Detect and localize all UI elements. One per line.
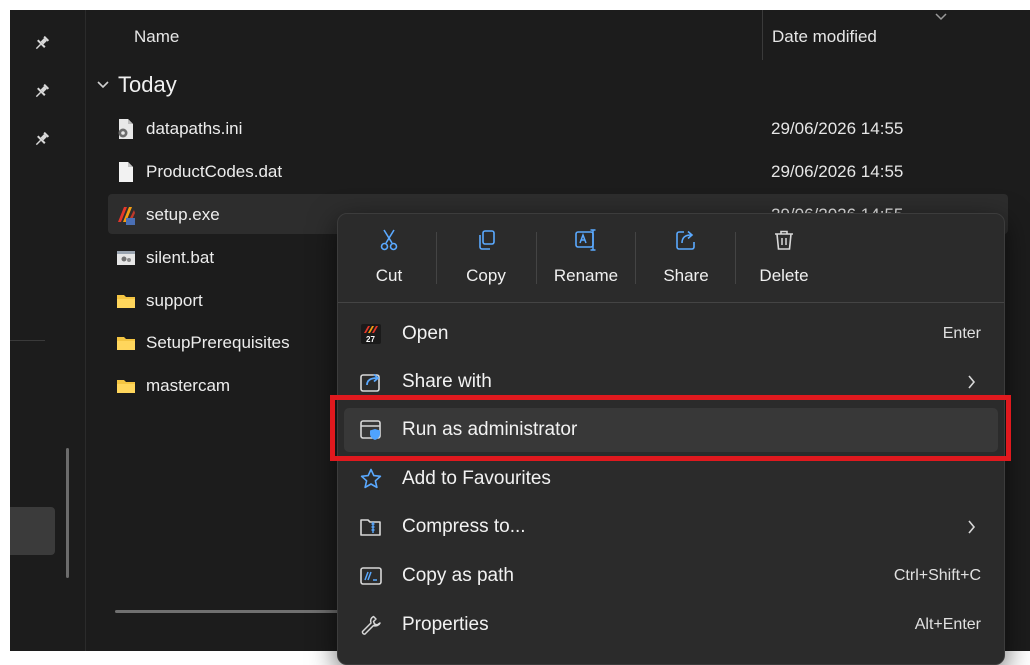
highlight-annotation-box (330, 395, 1011, 461)
menu-item-copy-as-path[interactable]: Copy as path Ctrl+Shift+C (344, 554, 998, 598)
folder-icon (117, 295, 135, 308)
scissors-icon (380, 229, 398, 251)
share-button[interactable]: Share (656, 228, 716, 294)
copy-button[interactable]: Copy (456, 228, 516, 294)
share-label: Share (663, 266, 709, 285)
menu-item-label: Share with (402, 371, 492, 392)
delete-button[interactable]: Delete (752, 228, 816, 294)
group-header-today[interactable]: Today (96, 70, 177, 100)
menu-item-label: Properties (402, 614, 489, 635)
delete-label: Delete (759, 266, 809, 285)
date-modified-column-header[interactable]: Date modified (772, 27, 877, 47)
column-separator[interactable] (762, 10, 763, 60)
file-name: SetupPrerequisites (146, 333, 290, 352)
file-name: datapaths.ini (146, 119, 243, 138)
file-name: mastercam (146, 376, 231, 395)
menu-item-open[interactable]: 27 Open Enter (344, 312, 998, 356)
cut-label: Cut (375, 266, 403, 285)
menu-item-label: Copy as path (402, 565, 514, 586)
chevron-right-icon (968, 520, 976, 534)
mastercam-app-icon (118, 207, 135, 225)
menu-item-label: Open (402, 323, 449, 344)
group-label: Today (118, 72, 177, 97)
folder-icon (117, 380, 135, 393)
pin-icon[interactable] (33, 34, 51, 52)
pin-icon[interactable] (33, 130, 51, 148)
menu-divider (338, 302, 1004, 303)
column-header: Name Date modified (86, 10, 1030, 64)
menu-item-label: Add to Favourites (402, 468, 551, 489)
folder-icon (117, 337, 135, 350)
navigation-pane (10, 10, 86, 651)
menu-item-compress-to[interactable]: Compress to... (344, 505, 998, 549)
file-date: 29/06/2026 14:55 (771, 119, 904, 138)
nav-divider (10, 340, 45, 341)
menu-item-properties[interactable]: Properties Alt+Enter (344, 603, 998, 647)
copy-icon (479, 230, 495, 250)
nav-scrollbar[interactable] (66, 448, 69, 578)
menu-item-shortcut: Alt+Enter (914, 616, 981, 633)
menu-item-add-to-favourites[interactable]: Add to Favourites (344, 457, 998, 501)
menu-item-shortcut: Enter (942, 325, 981, 342)
copy-label: Copy (466, 266, 506, 285)
menu-item-label: Compress to... (402, 516, 526, 537)
zip-icon (360, 519, 381, 536)
horizontal-scrollbar[interactable] (115, 610, 355, 613)
rename-label: Rename (553, 266, 619, 285)
batch-file-icon (117, 251, 135, 265)
context-toolbar: Cut Copy Rename Share Delete (338, 214, 1004, 302)
mastercam-app-icon: 27 (361, 324, 381, 344)
wrench-icon (361, 615, 381, 635)
menu-item-shortcut: Ctrl+Shift+C (893, 567, 981, 584)
file-name: setup.exe (146, 205, 220, 224)
ini-file-icon (118, 119, 133, 139)
toolbar-separator (735, 232, 736, 284)
star-icon (360, 468, 382, 489)
chevron-down-icon (97, 81, 109, 89)
cut-button[interactable]: Cut (363, 228, 415, 294)
name-column-header[interactable]: Name (134, 27, 179, 47)
file-row-datapaths-ini[interactable]: datapaths.ini 29/06/2026 14:55 (108, 108, 1008, 148)
trash-icon (775, 230, 793, 250)
sort-chevron-icon (935, 13, 947, 21)
chevron-right-icon (968, 375, 976, 389)
share-icon (676, 230, 695, 250)
toolbar-separator (635, 232, 636, 284)
file-row-productcodes-dat[interactable]: ProductCodes.dat 29/06/2026 14:55 (108, 151, 1008, 191)
rename-icon (575, 229, 596, 251)
file-name: ProductCodes.dat (146, 162, 283, 181)
file-name: silent.bat (146, 248, 215, 267)
share-with-icon (360, 373, 380, 392)
copy-path-icon (360, 567, 382, 585)
toolbar-separator (536, 232, 537, 284)
rename-button[interactable]: Rename (550, 228, 622, 294)
file-name: support (146, 291, 203, 310)
nav-selected-item[interactable] (10, 507, 55, 555)
blank-file-icon (119, 162, 133, 182)
svg-text:27: 27 (366, 335, 375, 344)
pin-icon[interactable] (33, 82, 51, 100)
file-date: 29/06/2026 14:55 (771, 162, 904, 181)
toolbar-separator (436, 232, 437, 284)
